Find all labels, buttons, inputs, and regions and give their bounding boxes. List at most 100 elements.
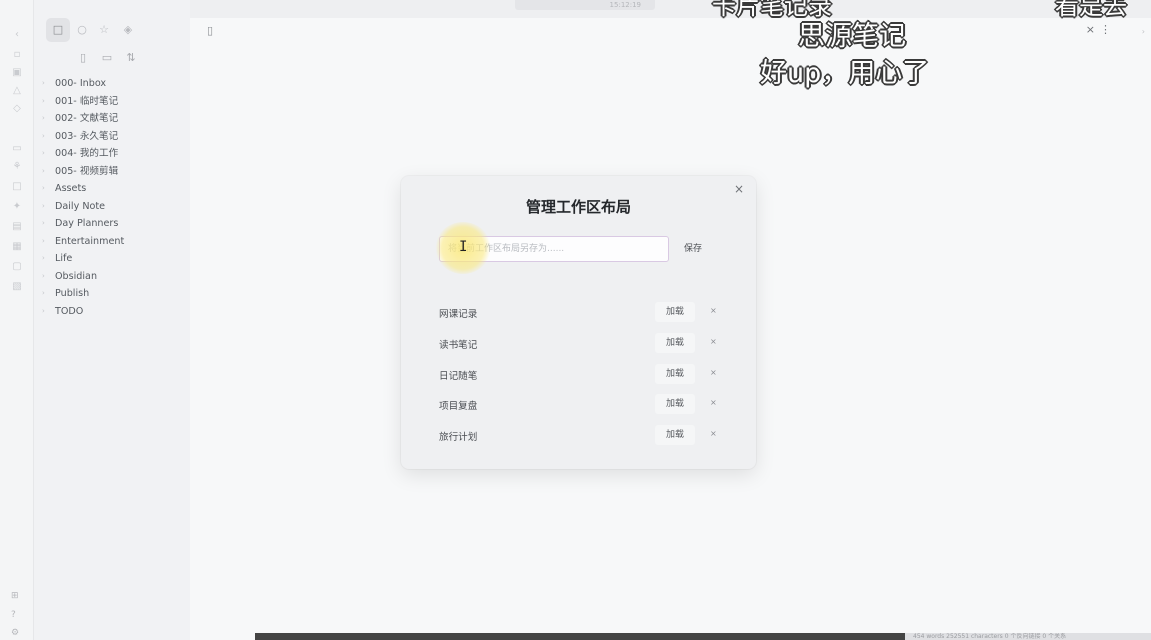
folder-item[interactable]: › Entertainment [34,233,190,251]
kanban-icon[interactable]: ▤ [10,220,24,234]
delete-icon[interactable]: × [710,306,717,315]
document-icon: ▯ [207,24,214,37]
chevron-left-icon[interactable]: ‹ [10,28,24,42]
search-icon[interactable]: ○ [70,18,94,42]
settings-icon[interactable]: ⚙ [11,628,19,638]
layout-icon[interactable]: ▧ [10,280,24,294]
load-button[interactable]: 加载 [655,394,695,415]
modal-title: 管理工作区布局 [525,198,631,216]
layout-name: 读书笔记 [439,339,478,351]
new-folder-icon[interactable]: ▭ [98,48,116,68]
folder-label: TODO [55,305,84,317]
file-explorer-icon[interactable]: □ [46,18,70,42]
chevron-right-icon: › [42,149,45,157]
folder-label: 001- 临时笔记 [55,95,119,107]
chevron-right-icon: › [42,306,45,315]
chevron-right-icon: › [42,219,45,227]
text-cursor-icon: I [459,239,468,255]
audio-icon[interactable]: ⚘ [10,160,24,174]
folder-item[interactable]: › 005- 视频剪辑 [34,163,190,181]
collapse-right-icon[interactable]: › [1142,27,1145,36]
folder-label: 000- Inbox [55,78,107,89]
folder-label: Assets [55,183,87,194]
publish-icon[interactable]: ✦ [10,200,24,214]
folder-label: Day Planners [55,218,119,229]
folder-item[interactable]: › Obsidian [34,268,190,286]
files-icon[interactable]: ▫ [10,48,24,62]
manage-workspace-layouts-modal: × 管理工作区布局 I 保存 网课记录 加载 × 读书笔记 加载 × 日记随笔 … [401,176,756,469]
chevron-right-icon: › [42,201,45,210]
delete-icon[interactable]: × [710,368,717,377]
file-tree: › 000- Inbox › 001- 临时笔记 › 002- 文献笔记 › 003- … [34,75,190,320]
layout-name: 旅行计划 [439,432,478,444]
sort-icon[interactable]: ⇅ [122,48,140,68]
folder-label: Obsidian [55,270,98,282]
folder-item[interactable]: › 000- Inbox [34,75,190,93]
calendar-icon[interactable]: ▣ [10,66,24,80]
folder-item[interactable]: › 002- 文献笔记 [34,110,190,128]
more-options-icon[interactable]: ⋮ [1100,23,1111,36]
left-ribbon: ‹ ▫ ▣ △ ◇ ▭ ⚘ □ ✦ ▤ ▦ ▢ ▧ ⊞ ? ⚙ [0,0,34,640]
folder-item[interactable]: › Daily Note [34,198,190,216]
folder-label: Life [55,253,73,264]
load-button[interactable]: 加载 [655,363,695,384]
layout-name: 网课记录 [439,309,478,320]
status-bar: 454 words 252551 characters 0 个反向链接 0 个关… [905,633,1151,640]
delete-icon[interactable]: × [710,337,717,346]
folder-label: 004- 我的工作 [55,148,119,159]
folder-label: Entertainment [55,235,125,247]
file-explorer-sidebar: □ ○ ☆ ◈ ▯ ▭ ⇅ › 000- Inbox › 001- 临时笔记 › 00… [34,0,190,640]
chevron-right-icon: › [42,184,45,192]
starred-icon[interactable]: ☆ [92,18,116,42]
close-icon[interactable]: × [734,182,744,196]
folder-item[interactable]: › Publish [34,285,190,303]
save-button[interactable]: 保存 [681,239,705,259]
canvas-icon[interactable]: □ [10,180,24,194]
window-title-strip: 15:12:19 [515,0,655,10]
chevron-right-icon: › [42,96,45,105]
new-note-icon[interactable]: ▯ [74,48,92,68]
folder-item[interactable]: › 001- 临时笔记 [34,93,190,111]
chevron-right-icon: › [42,271,45,280]
layout-name: 日记随笔 [439,370,478,382]
command-icon[interactable]: ◇ [10,102,24,116]
folder-item[interactable]: › 004- 我的工作 [34,145,190,163]
delete-icon[interactable]: × [710,398,717,407]
folder-item[interactable]: › Life [34,250,190,268]
layout-row: 日记随笔 加载 × [439,363,719,395]
delete-icon[interactable]: × [710,429,717,438]
chevron-right-icon: › [42,79,45,87]
folder-item[interactable]: › Assets [34,180,190,198]
folder-item[interactable]: › Day Planners [34,215,190,233]
layout-row: 旅行计划 加载 × [439,425,719,456]
tag-icon[interactable]: ◈ [116,18,140,42]
layout-row: 项目复盘 加载 × [439,394,719,425]
template-icon[interactable]: ▭ [10,142,24,156]
folder-label: 005- 视频剪辑 [55,165,119,177]
layout-list: 网课记录 加载 × 读书笔记 加载 × 日记随笔 加载 × 项目复盘 加载 × … [439,302,719,456]
caption-top-right: 看是去 [1055,0,1127,20]
vault-switch-icon[interactable]: ⊞ [11,591,19,601]
layout-row: 读书笔记 加载 × [439,332,719,364]
help-icon[interactable]: ? [11,610,16,620]
chevron-right-icon: › [42,289,45,297]
folder-label: Daily Note [55,200,106,212]
caption-line-1: 思源笔记 [798,21,906,52]
layout-name-input[interactable] [439,236,669,262]
video-subtitle-bar [255,633,905,640]
folder-item[interactable]: › 003- 永久笔记 [34,128,190,146]
chevron-right-icon: › [42,254,45,262]
sidebar-tabs: □ ○ ☆ ◈ [46,18,186,42]
load-button[interactable]: 加载 [655,425,695,446]
random-icon[interactable]: ▦ [10,240,24,254]
chevron-right-icon: › [42,131,45,140]
vault-icon[interactable]: ▢ [10,260,24,274]
load-button[interactable]: 加载 [655,302,695,322]
folder-item[interactable]: › TODO [34,303,190,321]
graph-icon[interactable]: △ [10,84,24,98]
file-actions: ▯ ▭ ⇅ [72,48,162,68]
load-button[interactable]: 加载 [655,332,695,353]
close-tab-icon[interactable]: × [1086,23,1095,36]
clock-text: 15:12:19 [609,1,641,9]
layout-name: 项目复盘 [439,401,478,413]
